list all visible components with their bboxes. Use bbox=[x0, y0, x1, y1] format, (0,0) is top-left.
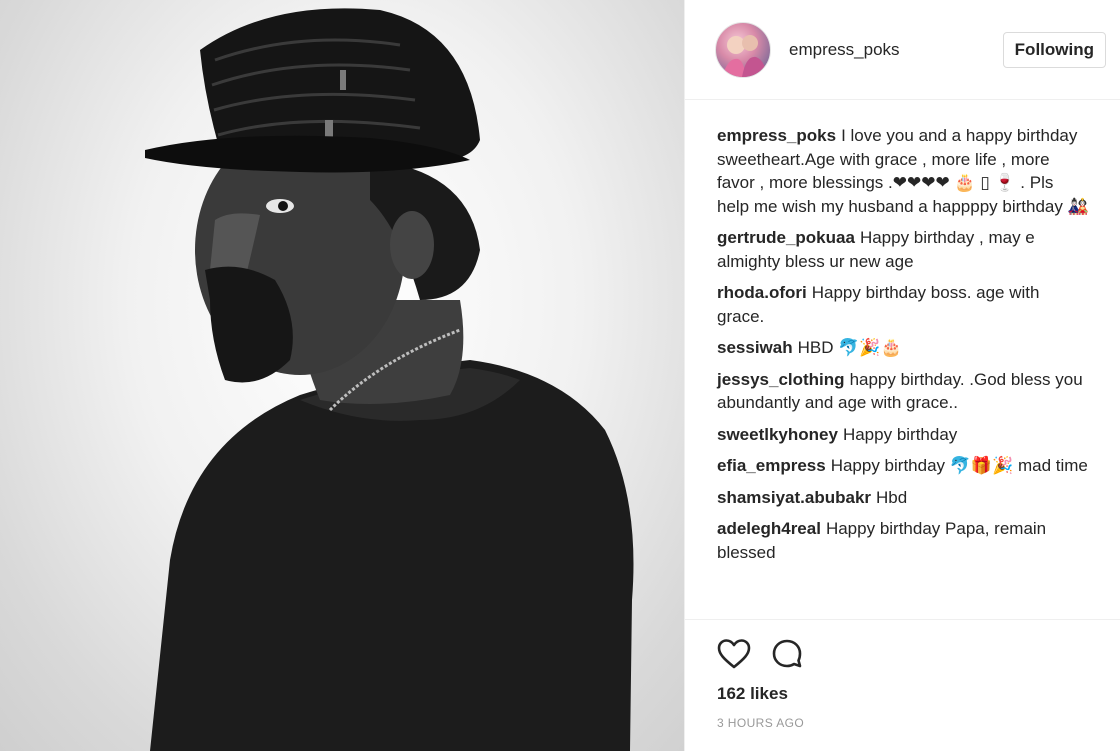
header-username[interactable]: empress_poks bbox=[789, 40, 1003, 60]
comment-item: sweetlkyhoney Happy birthday bbox=[717, 423, 1090, 447]
avatar-image-icon bbox=[722, 34, 766, 77]
comment-item: jessys_clothing happy birthday. .God bles… bbox=[717, 368, 1090, 415]
comment-item: efia_empress Happy birthday 🐬🎁🎉 mad time bbox=[717, 454, 1090, 478]
comment-bubble-icon[interactable] bbox=[771, 638, 803, 670]
comment-item: adelegh4real Happy birthday Papa, remain … bbox=[717, 517, 1090, 564]
post-actions bbox=[685, 620, 1120, 674]
post-photo bbox=[0, 0, 684, 751]
post-side-panel: empress_poks Following empress_poks I lov… bbox=[684, 0, 1120, 751]
comment-text: HBD 🐬🎉🎂 bbox=[797, 338, 902, 357]
comment-username[interactable]: empress_poks bbox=[717, 126, 836, 145]
comment-item: empress_poks I love you and a happy birth… bbox=[717, 124, 1090, 218]
comment-username[interactable]: jessys_clothing bbox=[717, 370, 845, 389]
post-header: empress_poks Following bbox=[685, 0, 1120, 100]
post-timestamp: 3 HOURS AGO bbox=[717, 716, 805, 730]
comment-text: Happy birthday 🐬🎁🎉 mad time bbox=[830, 456, 1088, 475]
comment-item: sessiwah HBD 🐬🎉🎂 bbox=[717, 336, 1090, 360]
comment-text: Happy birthday bbox=[842, 424, 958, 444]
likes-count[interactable]: 162 likes bbox=[685, 674, 1120, 704]
comment-username[interactable]: sweetlkyhoney bbox=[717, 425, 838, 444]
comment-username[interactable]: sessiwah bbox=[717, 338, 793, 357]
instagram-post: empress_poks Following empress_poks I lov… bbox=[0, 0, 1120, 751]
following-button[interactable]: Following bbox=[1002, 31, 1106, 68]
heart-icon[interactable] bbox=[717, 638, 751, 670]
comment-username[interactable]: gertrude_pokuaa bbox=[717, 228, 855, 247]
comment-item: rhoda.ofori Happy birthday boss. age with… bbox=[717, 281, 1090, 328]
comment-item: shamsiyat.abubakr Hbd bbox=[717, 486, 1090, 510]
comment-item: gertrude_pokuaa Happy birthday , may e al… bbox=[717, 226, 1090, 273]
user-avatar[interactable] bbox=[715, 21, 771, 78]
man-in-cap-portrait bbox=[145, 8, 634, 751]
comment-username[interactable]: shamsiyat.abubakr bbox=[717, 488, 871, 507]
comment-username[interactable]: rhoda.ofori bbox=[717, 283, 807, 302]
comments-list: empress_poks I love you and a happy birth… bbox=[685, 100, 1120, 620]
comment-username[interactable]: efia_empress bbox=[717, 456, 826, 475]
comment-username[interactable]: adelegh4real bbox=[717, 519, 821, 538]
comment-text: Hbd bbox=[876, 487, 908, 507]
